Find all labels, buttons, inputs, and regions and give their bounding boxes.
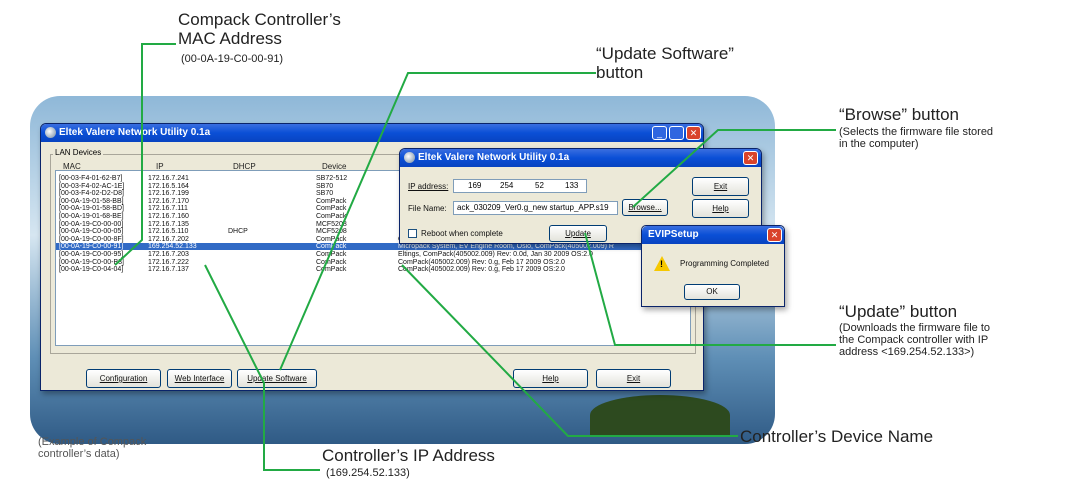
browse-leader-line: [632, 129, 836, 208]
update-leader-line: [584, 232, 836, 346]
update-software-leader-line: [279, 72, 596, 371]
device-name-leader-line: [401, 264, 738, 437]
mac-leader-line: [114, 43, 176, 266]
ip-leader-line: [204, 264, 320, 471]
annotation-lines: [114, 43, 836, 471]
